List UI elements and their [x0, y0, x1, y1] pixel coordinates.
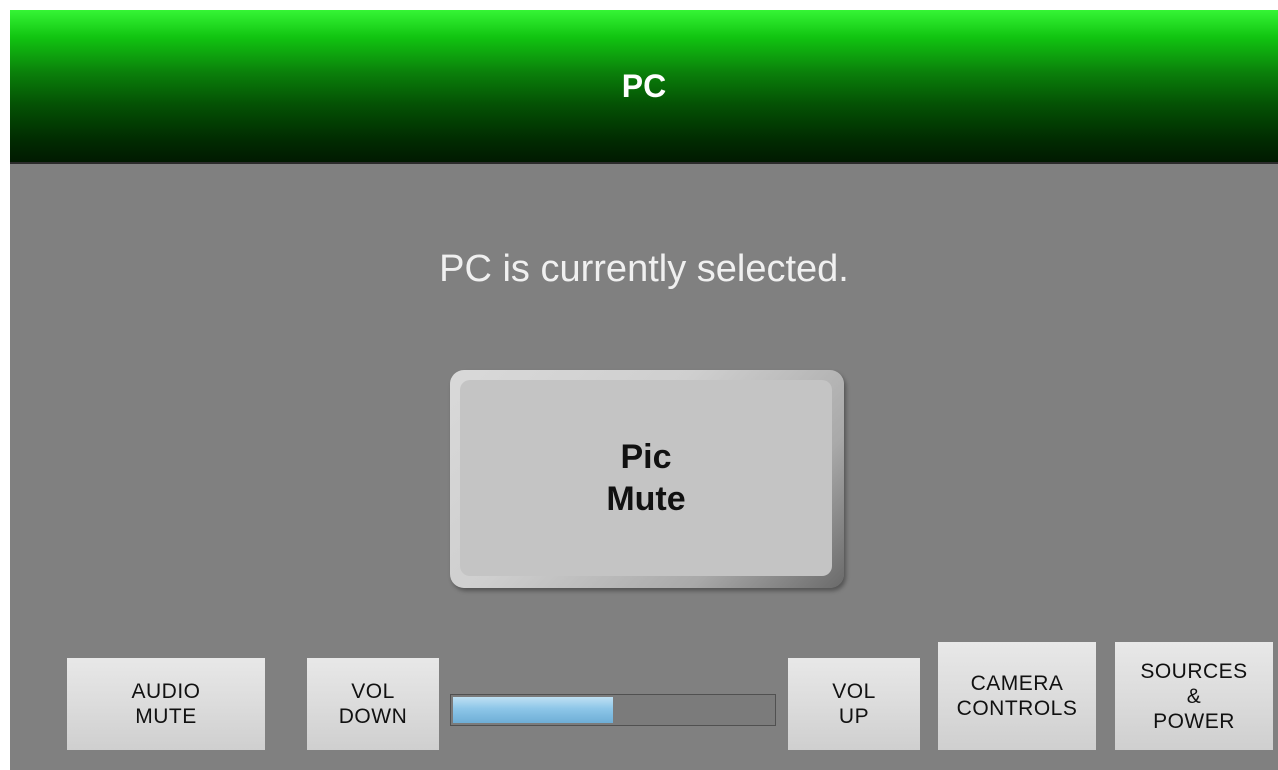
sources-power-button[interactable]: SOURCES & POWER — [1115, 642, 1273, 750]
audio-mute-button[interactable]: AUDIO MUTE — [67, 658, 265, 750]
selection-status-text: PC is currently selected. — [439, 248, 849, 290]
pic-mute-label: Pic Mute — [460, 380, 832, 576]
pic-mute-button[interactable]: Pic Mute — [450, 370, 844, 588]
vol-up-button[interactable]: VOL UP — [788, 658, 920, 750]
control-panel: PC PC is currently selected. Pic Mute AU… — [10, 10, 1278, 770]
camera-controls-button[interactable]: CAMERA CONTROLS — [938, 642, 1096, 750]
volume-level-fill — [453, 697, 613, 723]
volume-level-bar[interactable] — [450, 694, 776, 726]
vol-down-button[interactable]: VOL DOWN — [307, 658, 439, 750]
header-bar: PC — [10, 10, 1278, 164]
page-title: PC — [621, 68, 667, 104]
